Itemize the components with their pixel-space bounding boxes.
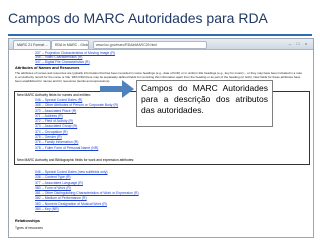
browser-toolbar: MARC 21 Format ... RDA in MARC - Globa..… [9, 39, 313, 50]
address-bar[interactable]: www.loc.gov/marc/RDAinMARC29.html [93, 41, 207, 49]
callout-arrow-icon [122, 80, 134, 98]
field-link[interactable]: 378 -- Fuller Form of Personal Name (NR) [35, 146, 118, 151]
top-field-list: 337 -- Projection Characteristics of Mov… [35, 51, 115, 64]
browser-tab-2[interactable]: RDA in MARC - Globa... [51, 40, 89, 49]
box-header: New MARC Authority fields for names and … [17, 93, 91, 97]
field-link[interactable]: 347 -- Digital File Characteristics (R) [35, 60, 115, 64]
callout-arrow-shaft [100, 86, 124, 92]
minimize-icon[interactable]: – [287, 41, 293, 46]
relationships-heading: Relationships [15, 219, 40, 223]
slide-title: Campos do MARC Autoridades para RDA [8, 10, 268, 26]
box-footer: New MARC Authority and Bibliographic fie… [17, 158, 135, 162]
maximize-icon[interactable]: □ [295, 41, 301, 46]
close-icon[interactable]: × [303, 41, 309, 46]
title-underline [8, 34, 312, 36]
section-heading: Attributes of Names and Resources [15, 66, 80, 70]
browser-tab-1[interactable]: MARC 21 Format ... [13, 40, 51, 49]
field-link[interactable]: 384 -- Key (NR) [35, 207, 139, 212]
authority-field-list: 046 -- Special Coded Dates (R) 368 -- Ot… [35, 98, 118, 151]
work-expression-field-list: 046 -- Special Coded Dates (new subfield… [35, 170, 139, 212]
callout-box: Campos do MARC Autoridades para a descri… [136, 80, 273, 127]
relationships-subtext: Types of resources [15, 226, 43, 230]
browser-screenshot: MARC 21 Format ... RDA in MARC - Globa..… [8, 38, 314, 238]
field-link[interactable]: 368 -- Other Attributes of Person or Cor… [35, 103, 118, 108]
web-page: 337 -- Projection Characteristics of Mov… [9, 50, 313, 237]
